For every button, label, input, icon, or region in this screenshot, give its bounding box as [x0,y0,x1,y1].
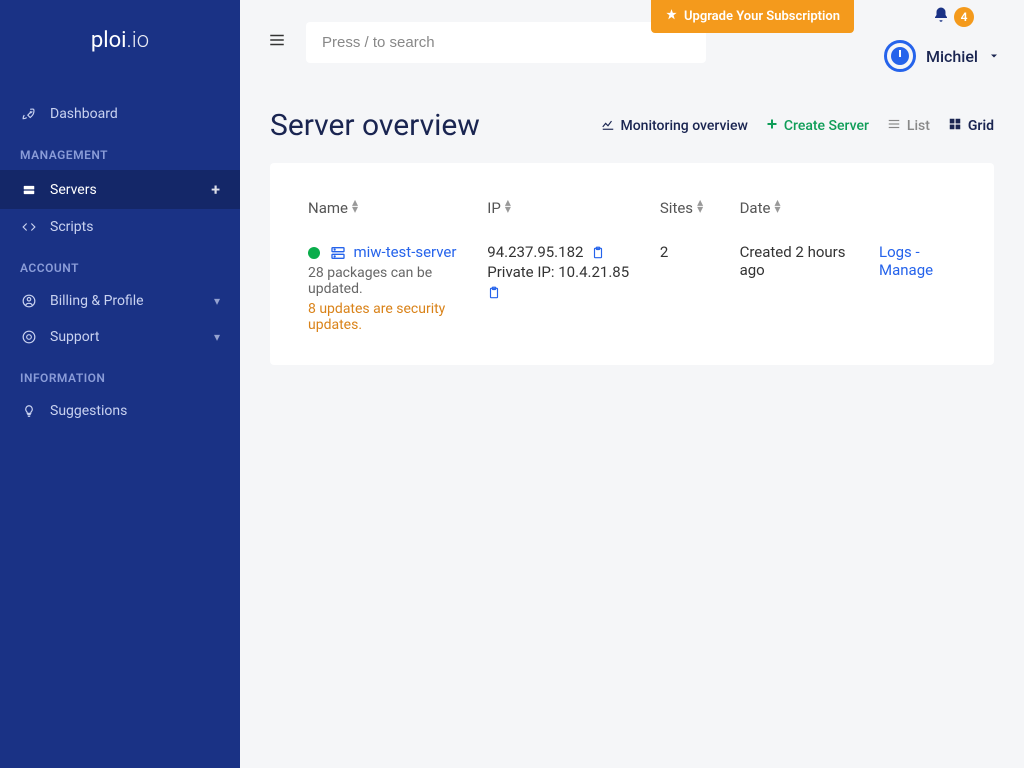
sidebar-item-servers[interactable]: Servers + [0,170,240,209]
sidebar-item-label: Suggestions [50,403,127,419]
sidebar-nav: Dashboard MANAGEMENT Servers + Scripts A… [0,80,240,445]
col-sites[interactable]: Sites▴▾ [652,187,732,235]
bell-icon [932,6,950,28]
sidebar-item-suggestions[interactable]: Suggestions [0,393,240,429]
private-ip: Private IP: 10.4.21.85 [487,263,629,281]
clipboard-icon[interactable] [487,286,501,300]
user-avatar-icon [884,40,916,72]
logo-text-2: .io [127,28,150,53]
server-table-card: Name▴▾ IP▴▾ Sites▴▾ Date▴▾ [270,163,994,365]
sidebar-item-scripts[interactable]: Scripts [0,209,240,245]
logo[interactable]: ploi.io [0,0,240,80]
col-name[interactable]: Name▴▾ [300,187,479,235]
header-actions: Monitoring overview Create Server List G… [601,117,995,135]
grid-view-button[interactable]: Grid [948,117,994,135]
table-row: miw-test-server 28 packages can be updat… [300,235,964,341]
section-information: INFORMATION [0,355,240,393]
user-name: Michiel [926,47,978,66]
created-date: Created 2 hours ago [740,243,846,279]
chevron-down-icon: ▾ [214,294,220,308]
sort-icon: ▴▾ [697,199,703,213]
server-icon [20,183,38,197]
page-title: Server overview [270,108,480,143]
page-header: Server overview Monitoring overview Crea… [240,72,1024,163]
list-label: List [907,118,930,134]
col-ip[interactable]: IP▴▾ [479,187,652,235]
sort-icon: ▴▾ [352,199,358,213]
user-circle-icon [20,294,38,308]
packages-text: 28 packages can be updated. [308,265,471,297]
monitoring-label: Monitoring overview [621,118,748,134]
search-box [306,22,706,63]
sidebar-item-label: Support [50,329,99,345]
code-icon [20,220,38,234]
create-server-label: Create Server [784,118,869,134]
sidebar-item-label: Billing & Profile [50,293,144,309]
star-icon [665,8,678,25]
sites-count: 2 [660,243,668,261]
status-dot-icon [308,247,320,259]
logo-text-1: ploi [91,28,127,53]
security-updates-text: 8 updates are security updates. [308,301,471,333]
sort-icon: ▴▾ [505,199,511,213]
manage-link[interactable]: Manage [879,261,933,279]
search-input[interactable] [306,22,706,63]
list-icon [887,117,901,135]
topbar: Upgrade Your Subscription 4 Michiel [240,0,1024,72]
public-ip: 94.237.95.182 [487,243,583,261]
sidebar-item-support[interactable]: Support ▾ [0,319,240,355]
logs-link[interactable]: Logs [879,243,912,261]
server-icon [330,245,346,261]
clipboard-icon[interactable] [591,246,605,260]
user-menu[interactable]: Michiel [884,40,1000,72]
plus-icon[interactable]: + [211,180,220,199]
grid-icon [948,117,962,135]
server-table: Name▴▾ IP▴▾ Sites▴▾ Date▴▾ [300,187,964,341]
notifications-button[interactable]: 4 [932,6,974,28]
upgrade-label: Upgrade Your Subscription [684,9,840,24]
sidebar-item-dashboard[interactable]: Dashboard [0,96,240,132]
sidebar-item-label: Servers [50,182,97,198]
section-management: MANAGEMENT [0,132,240,170]
chart-icon [601,117,615,135]
hamburger-icon[interactable] [264,27,290,58]
lightbulb-icon [20,404,38,418]
sidebar-item-label: Scripts [50,219,93,235]
sort-icon: ▴▾ [774,199,780,213]
notification-count: 4 [954,7,974,27]
main-content: Upgrade Your Subscription 4 Michiel Serv… [240,0,1024,768]
sidebar-item-billing[interactable]: Billing & Profile ▾ [0,283,240,319]
create-server-button[interactable]: Create Server [766,118,869,134]
list-view-button[interactable]: List [887,117,930,135]
chevron-down-icon [988,47,1000,66]
rocket-icon [20,107,38,121]
sidebar-item-label: Dashboard [50,106,118,122]
monitoring-link[interactable]: Monitoring overview [601,117,748,135]
lifebuoy-icon [20,330,38,344]
upgrade-button[interactable]: Upgrade Your Subscription [651,0,854,33]
chevron-down-icon: ▾ [214,330,220,344]
grid-label: Grid [968,118,994,134]
sidebar: ploi.io Dashboard MANAGEMENT Servers + [0,0,240,768]
plus-icon [766,118,778,134]
col-date[interactable]: Date▴▾ [732,187,871,235]
section-account: ACCOUNT [0,245,240,283]
server-name-link[interactable]: miw-test-server [353,243,456,261]
